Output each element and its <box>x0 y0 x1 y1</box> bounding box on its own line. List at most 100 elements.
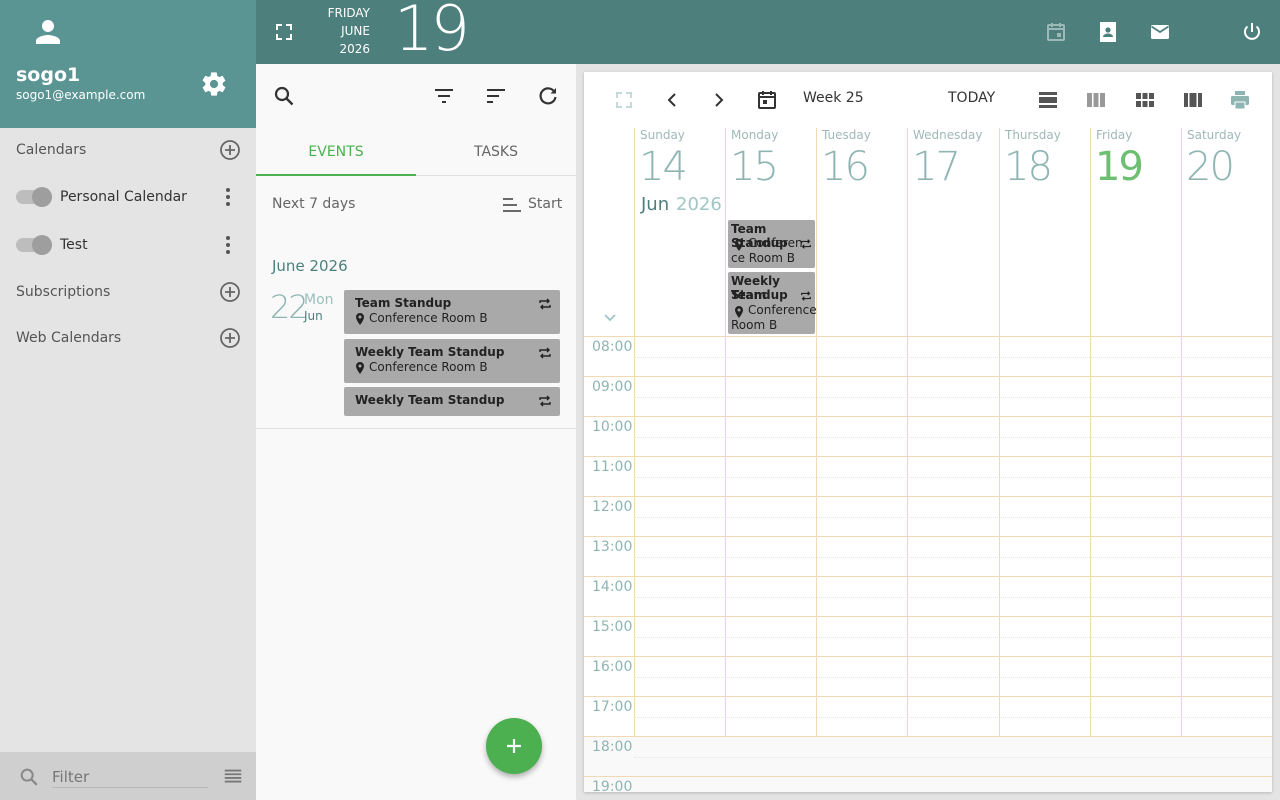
calendar-item-test[interactable]: Test <box>0 225 256 265</box>
week-label: Week 25 <box>803 90 864 106</box>
list-menu-icon[interactable] <box>222 766 244 788</box>
allday-event[interactable]: Team Standup Conferen ce Room B <box>728 220 815 268</box>
day-view-icon[interactable] <box>1036 88 1060 112</box>
list-event[interactable]: Weekly Team Standup <box>344 387 560 416</box>
hour-label: 12:00 <box>592 499 633 515</box>
sort-icon[interactable] <box>484 84 508 108</box>
hour-row[interactable]: 14:00 <box>584 576 1272 616</box>
more-vert-icon[interactable] <box>216 185 240 209</box>
current-month: JUNE <box>341 24 370 38</box>
repeat-icon <box>539 347 551 359</box>
hour-row[interactable]: 16:00 <box>584 656 1272 696</box>
avatar-icon[interactable] <box>30 14 66 50</box>
add-web-calendar-icon[interactable] <box>218 326 242 350</box>
web-calendars-section: Web Calendars <box>0 318 256 358</box>
calendars-label: Calendars <box>16 142 87 158</box>
calendar-name: Test <box>60 237 88 253</box>
multicolumn-view-icon[interactable] <box>1181 88 1205 112</box>
day-name: Thursday <box>1005 128 1061 142</box>
sort-field[interactable]: Start <box>528 196 562 212</box>
allday-event[interactable]: Weekly Team Standup Conference Room B <box>728 272 817 334</box>
chevron-down-icon[interactable] <box>600 308 620 328</box>
power-icon[interactable] <box>1240 20 1264 44</box>
calendar-toggle[interactable] <box>16 187 52 207</box>
hour-label: 08:00 <box>592 339 633 355</box>
hour-grid[interactable]: 08:00 09:00 10:00 11:00 12:00 13:00 14:0… <box>584 336 1272 792</box>
chevron-right-icon[interactable] <box>707 88 731 112</box>
hour-label: 13:00 <box>592 539 633 555</box>
gear-icon[interactable] <box>200 70 228 98</box>
location-pin-icon <box>735 306 743 318</box>
subscriptions-label: Subscriptions <box>16 284 111 300</box>
contacts-icon[interactable] <box>1096 20 1120 44</box>
refresh-icon[interactable] <box>536 84 560 108</box>
hour-label: 15:00 <box>592 619 633 635</box>
user-header: sogo1 sogo1@example.com <box>0 0 256 128</box>
calendar-icon[interactable] <box>1044 20 1068 44</box>
hour-row[interactable]: 15:00 <box>584 616 1272 656</box>
hour-row[interactable]: 10:00 <box>584 416 1272 456</box>
calendars-section: Calendars <box>0 130 256 170</box>
hour-row[interactable]: 13:00 <box>584 536 1272 576</box>
hour-label: 18:00 <box>592 739 633 755</box>
search-icon[interactable] <box>272 84 296 108</box>
fullscreen-icon[interactable] <box>272 20 296 44</box>
header-year: 2026 <box>676 194 722 215</box>
hour-row[interactable]: 11:00 <box>584 456 1272 496</box>
range-selector[interactable]: Next 7 days <box>272 196 355 212</box>
print-icon[interactable] <box>1228 88 1252 112</box>
day-number: 16 <box>821 144 870 190</box>
add-subscription-icon[interactable] <box>218 280 242 304</box>
hour-row[interactable]: 19:00 <box>584 776 1272 792</box>
filter-icon[interactable] <box>432 84 456 108</box>
today-button[interactable]: TODAY <box>948 90 995 106</box>
mail-icon[interactable] <box>1148 20 1172 44</box>
more-vert-icon[interactable] <box>216 233 240 257</box>
hour-row[interactable]: 08:00 <box>584 336 1272 376</box>
add-event-button[interactable] <box>486 718 542 774</box>
plus-icon <box>507 739 521 753</box>
hour-row[interactable]: 12:00 <box>584 496 1272 536</box>
event-location: Conference Room B <box>355 360 488 374</box>
day-name: Monday <box>731 128 779 142</box>
tab-events[interactable]: EVENTS <box>256 128 416 176</box>
list-divider <box>256 428 576 429</box>
hour-row[interactable]: 09:00 <box>584 376 1272 416</box>
list-day-number: 22 <box>270 288 309 326</box>
filter-input[interactable] <box>52 766 208 788</box>
hour-label: 16:00 <box>592 659 633 675</box>
calendar-name: Personal Calendar <box>60 189 187 205</box>
calendar-item-personal[interactable]: Personal Calendar <box>0 177 256 217</box>
list-event[interactable]: Team Standup Conference Room B <box>344 290 560 334</box>
hour-row[interactable]: 18:00 <box>584 736 1272 776</box>
week-view: Week 25 TODAY Sunday 14 Monday 15 Tuesda… <box>584 72 1272 792</box>
sort-order-icon[interactable] <box>502 196 522 214</box>
hour-label: 11:00 <box>592 459 633 475</box>
date-picker-icon[interactable] <box>755 88 779 112</box>
month-heading: June 2026 <box>272 257 348 275</box>
calendar-toggle[interactable] <box>16 235 52 255</box>
day-name: Friday <box>1096 128 1133 142</box>
event-title-line: Standup <box>731 288 788 302</box>
week-view-icon[interactable] <box>1084 88 1108 112</box>
current-day-number: 19 <box>394 0 470 65</box>
tab-tasks[interactable]: TASKS <box>416 128 576 176</box>
repeat-icon <box>801 291 811 301</box>
day-number: 20 <box>1186 144 1235 190</box>
add-calendar-icon[interactable] <box>218 138 242 162</box>
location-pin-icon <box>356 362 364 374</box>
hour-row[interactable]: 17:00 <box>584 696 1272 736</box>
location-pin-icon <box>735 239 743 251</box>
chevron-left-icon[interactable] <box>660 88 684 112</box>
location-pin-icon <box>356 313 364 325</box>
day-number-today: 19 <box>1095 144 1144 190</box>
web-calendars-label: Web Calendars <box>16 330 122 346</box>
list-event[interactable]: Weekly Team Standup Conference Room B <box>344 339 560 383</box>
fullscreen-icon[interactable] <box>612 88 636 112</box>
hour-label: 09:00 <box>592 379 633 395</box>
month-view-icon[interactable] <box>1133 88 1157 112</box>
event-title: Weekly Team Standup <box>355 393 505 407</box>
hour-label: 17:00 <box>592 699 633 715</box>
event-location-line: Room B <box>731 318 778 332</box>
search-icon <box>20 768 38 786</box>
